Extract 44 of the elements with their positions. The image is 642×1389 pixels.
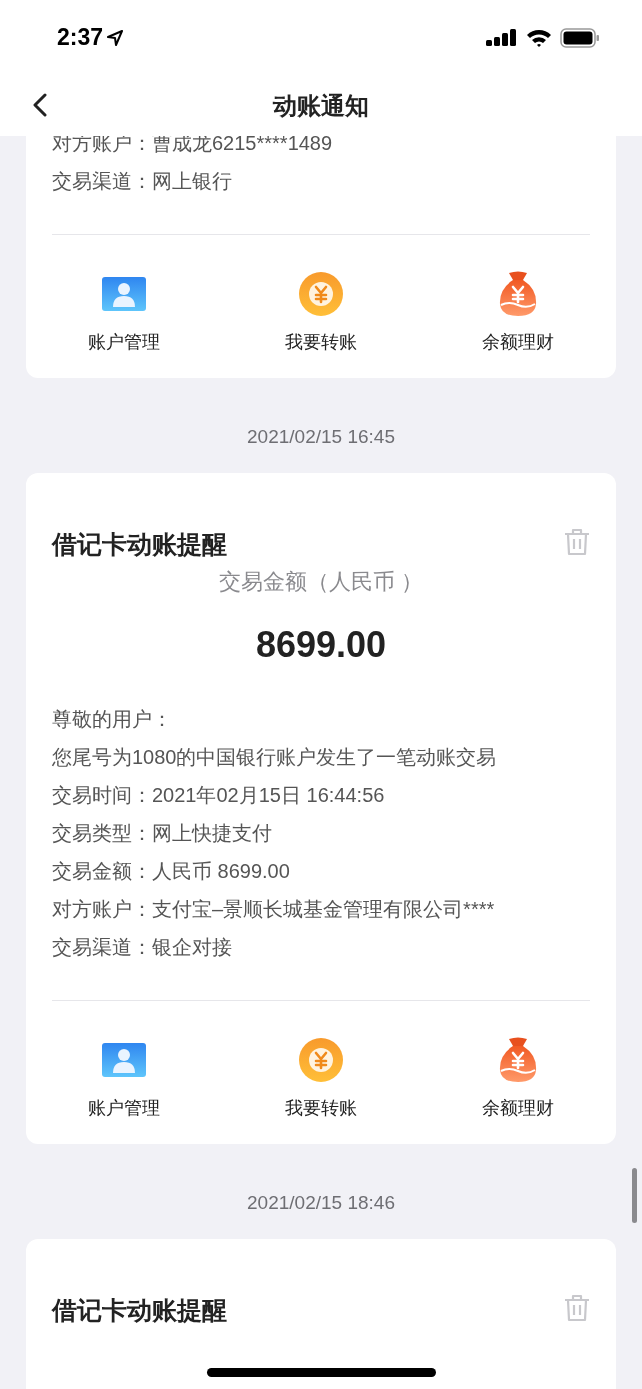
action-button[interactable]: 我要转账 <box>222 1035 420 1122</box>
action-button[interactable]: 账户管理 <box>26 1035 223 1122</box>
field-label: 对方账户： <box>52 897 152 922</box>
battery-icon <box>560 27 600 48</box>
amount-label: 交易金额（人民币 ） <box>218 568 424 596</box>
action-button[interactable]: 余额理财 <box>419 1035 616 1122</box>
field-label: 交易渠道： <box>52 169 152 194</box>
scrollbar <box>632 1168 637 1223</box>
field-label: 交易时间： <box>52 783 152 808</box>
message-text: 您尾号为1080的中国银行账户发生了一笔动账交易 <box>52 745 497 770</box>
status-time: 2:37 <box>57 23 104 53</box>
action-button[interactable]: 余额理财 <box>419 269 616 356</box>
field-value: 人民币 8699.00 <box>152 859 290 884</box>
field-value: 银企对接 <box>152 935 232 960</box>
action-button[interactable]: 我要转账 <box>222 269 420 356</box>
location-icon <box>107 29 124 46</box>
card-title: 借记卡动账提醒 <box>52 1294 227 1326</box>
coin-icon <box>299 1038 343 1082</box>
field-label: 交易类型： <box>52 821 152 846</box>
card-title: 借记卡动账提醒 <box>52 528 227 560</box>
timestamp: 2021/02/15 18:46 <box>247 1191 395 1216</box>
id-card-icon <box>102 277 147 311</box>
field-value: 网上快捷支付 <box>152 821 272 846</box>
coin-icon <box>299 272 343 316</box>
trash-icon <box>564 527 590 556</box>
id-card-icon <box>102 1043 147 1077</box>
money-bag-icon <box>498 1037 537 1083</box>
field-label: 交易渠道： <box>52 935 152 960</box>
field-value: 2021年02月15日 16:44:56 <box>152 783 385 808</box>
delete-button[interactable] <box>563 1292 591 1323</box>
back-icon <box>33 93 47 117</box>
field-label: 交易金额： <box>52 859 152 884</box>
field-value: 支付宝–景顺长城基金管理有限公司**** <box>152 897 495 922</box>
amount-value: 8699.00 <box>255 623 387 667</box>
page-title: 动账通知 <box>273 90 369 121</box>
money-bag-icon <box>498 271 537 317</box>
trash-icon <box>564 1293 590 1322</box>
signal-icon <box>486 27 518 48</box>
delete-button[interactable] <box>563 526 591 557</box>
timestamp: 2021/02/15 16:45 <box>247 425 395 450</box>
action-button[interactable]: 账户管理 <box>26 269 223 356</box>
greeting-text: 尊敬的用户： <box>52 707 172 732</box>
wifi-icon <box>526 28 552 47</box>
field-value: 网上银行 <box>152 169 232 194</box>
